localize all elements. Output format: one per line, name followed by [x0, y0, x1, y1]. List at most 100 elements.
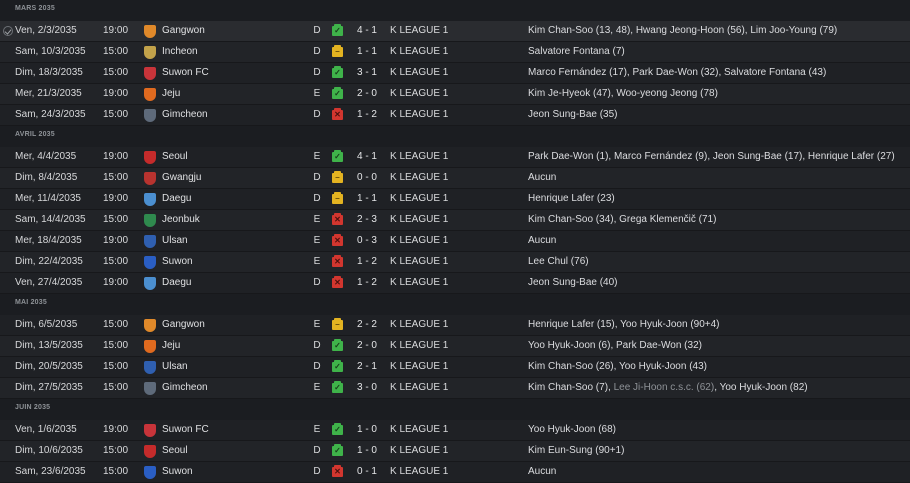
competition-name[interactable]: K LEAGUE 1: [390, 420, 510, 440]
match-score[interactable]: 0 - 3: [352, 231, 382, 251]
competition-name[interactable]: K LEAGUE 1: [390, 105, 510, 125]
opponent-name[interactable]: Seoul: [162, 441, 292, 461]
match-date: Sam, 10/3/2035: [15, 46, 86, 57]
draw-icon: –: [332, 192, 343, 204]
match-row[interactable]: Sam, 14/4/2035 15:00 Jeonbuk E ✕ 2 - 3 K LEAGU…: [0, 210, 910, 231]
venue-indicator: D: [313, 340, 321, 351]
match-score[interactable]: 1 - 0: [352, 420, 382, 440]
match-score[interactable]: 2 - 0: [352, 336, 382, 356]
opponent-name[interactable]: Gangwon: [162, 21, 292, 41]
match-row[interactable]: Sam, 10/3/2035 15:00 Incheon D –1 - 1 K LEAGU…: [0, 42, 910, 63]
match-row[interactable]: Dim, 13/5/2035 15:00 Jeju D ✓ 2 - 0 K LEAGUE 1…: [0, 336, 910, 357]
competition-name[interactable]: K LEAGUE 1: [390, 63, 510, 83]
opponent-name[interactable]: Seoul: [162, 147, 292, 167]
result-indicator: ✕: [332, 252, 345, 272]
match-row[interactable]: Sam, 24/3/2035 15:00 Gimcheon D ✕ 1 - 2 K LEAG…: [0, 105, 910, 126]
match-row[interactable]: Ven, 2/3/2035 19:00 Gangwon D ✓ 4 - 1 K LEAGUE…: [0, 21, 910, 42]
match-row[interactable]: Dim, 18/3/2035 15:00 Suwon FC D ✓ 3 - 1 K LEAG…: [0, 63, 910, 84]
match-time: 19:00: [103, 277, 129, 288]
played-status: [3, 147, 15, 167]
opponent-name[interactable]: Gimcheon: [162, 105, 292, 125]
match-score[interactable]: 3 - 0: [352, 378, 382, 398]
match-row[interactable]: Dim, 6/5/2035 15:00 Gangwon E –2 - 2 K LEAGUE…: [0, 315, 910, 336]
match-row[interactable]: Dim, 22/4/2035 15:00 Suwon E ✕ 1 - 2 K LEAGUE …: [0, 252, 910, 273]
match-score[interactable]: 1 - 0: [352, 441, 382, 461]
match-score[interactable]: 0 - 0: [352, 168, 382, 188]
competition-name[interactable]: K LEAGUE 1: [390, 357, 510, 377]
match-row[interactable]: Ven, 1/6/2035 19:00 Suwon FC E ✓ 1 - 0 K LEAGU…: [0, 420, 910, 441]
competition-name[interactable]: K LEAGUE 1: [390, 441, 510, 461]
match-score[interactable]: 1 - 1: [352, 189, 382, 209]
opponent-name[interactable]: Gwangju: [162, 168, 292, 188]
opponent-name[interactable]: Suwon FC: [162, 63, 292, 83]
match-row[interactable]: Dim, 8/4/2035 15:00 Gwangju D –0 - 0 K LEAGUE…: [0, 168, 910, 189]
competition-name[interactable]: K LEAGUE 1: [390, 252, 510, 272]
competition-name[interactable]: K LEAGUE 1: [390, 315, 510, 335]
match-row[interactable]: Sam, 23/6/2035 15:00 Suwon D ✕ 0 - 1 K LEAGUE …: [0, 462, 910, 483]
competition-name[interactable]: K LEAGUE 1: [390, 84, 510, 104]
match-row[interactable]: Ven, 27/4/2035 19:00 Daegu D ✕ 1 - 2 K LEAGUE …: [0, 273, 910, 294]
goal-scorers: Jeon Sung-Bae (40): [528, 277, 618, 288]
match-time: 19:00: [103, 193, 129, 204]
match-score[interactable]: 2 - 0: [352, 84, 382, 104]
competition-name[interactable]: K LEAGUE 1: [390, 336, 510, 356]
opponent-name[interactable]: Suwon: [162, 462, 292, 482]
competition-name[interactable]: K LEAGUE 1: [390, 231, 510, 251]
match-score[interactable]: 2 - 3: [352, 210, 382, 230]
match-score[interactable]: 1 - 2: [352, 105, 382, 125]
opponent-name[interactable]: Ulsan: [162, 357, 292, 377]
opponent-name[interactable]: Jeju: [162, 84, 292, 104]
match-score[interactable]: 1 - 2: [352, 252, 382, 272]
opponent-name[interactable]: Ulsan: [162, 231, 292, 251]
match-row[interactable]: Mer, 4/4/2035 19:00 Seoul E ✓ 4 - 1 K LEAGUE 1…: [0, 147, 910, 168]
draw-icon: –: [332, 45, 343, 57]
competition-name[interactable]: K LEAGUE 1: [390, 147, 510, 167]
match-row[interactable]: Mer, 18/4/2035 19:00 Ulsan E ✕ 0 - 3 K LEAGUE …: [0, 231, 910, 252]
club-crest-icon: [144, 214, 156, 227]
match-score[interactable]: 3 - 1: [352, 63, 382, 83]
opponent-name[interactable]: Jeonbuk: [162, 210, 292, 230]
opponent-name[interactable]: Daegu: [162, 273, 292, 293]
win-icon: ✓: [332, 24, 343, 36]
match-date: Mer, 21/3/2035: [15, 88, 82, 99]
goal-scorers: Park Dae-Won (1), Marco Fernández (9), J…: [528, 151, 895, 162]
match-row[interactable]: Dim, 20/5/2035 15:00 Ulsan D ✓ 2 - 1 K LEAGUE …: [0, 357, 910, 378]
result-indicator: –: [332, 168, 345, 188]
match-score[interactable]: 4 - 1: [352, 21, 382, 41]
opponent-name[interactable]: Gangwon: [162, 315, 292, 335]
team-badge: [144, 231, 160, 251]
competition-name[interactable]: K LEAGUE 1: [390, 210, 510, 230]
competition-name[interactable]: K LEAGUE 1: [390, 378, 510, 398]
match-score[interactable]: 2 - 1: [352, 357, 382, 377]
match-score[interactable]: 4 - 1: [352, 147, 382, 167]
competition-name[interactable]: K LEAGUE 1: [390, 189, 510, 209]
opponent-name[interactable]: Daegu: [162, 189, 292, 209]
competition-name[interactable]: K LEAGUE 1: [390, 273, 510, 293]
opponent-name[interactable]: Suwon: [162, 252, 292, 272]
opponent-name[interactable]: Jeju: [162, 336, 292, 356]
match-time: 15:00: [103, 361, 129, 372]
match-row[interactable]: Dim, 27/5/2035 15:00 Gimcheon E ✓ 3 - 0 K LEAG…: [0, 378, 910, 399]
match-score[interactable]: 0 - 1: [352, 462, 382, 482]
competition-name[interactable]: K LEAGUE 1: [390, 21, 510, 41]
match-date: Mer, 4/4/2035: [15, 151, 77, 162]
match-date: Sam, 14/4/2035: [15, 214, 86, 225]
played-status: [3, 378, 15, 398]
competition-name[interactable]: K LEAGUE 1: [390, 42, 510, 62]
match-row[interactable]: Dim, 10/6/2035 15:00 Seoul D ✓ 1 - 0 K LEAGUE …: [0, 441, 910, 462]
competition-name[interactable]: K LEAGUE 1: [390, 462, 510, 482]
match-row[interactable]: Mer, 21/3/2035 19:00 Jeju E ✓ 2 - 0 K LEAGUE 1…: [0, 84, 910, 105]
team-badge: [144, 378, 160, 398]
opponent-name[interactable]: Suwon FC: [162, 420, 292, 440]
result-indicator: ✕: [332, 105, 345, 125]
opponent-name[interactable]: Incheon: [162, 42, 292, 62]
result-indicator: ✕: [332, 231, 345, 251]
venue-indicator: D: [313, 445, 321, 456]
competition-name[interactable]: K LEAGUE 1: [390, 168, 510, 188]
match-score[interactable]: 2 - 2: [352, 315, 382, 335]
match-time: 15:00: [103, 172, 129, 183]
match-score[interactable]: 1 - 1: [352, 42, 382, 62]
match-row[interactable]: Mer, 11/4/2035 19:00 Daegu D –1 - 1 K LEAGUE …: [0, 189, 910, 210]
opponent-name[interactable]: Gimcheon: [162, 378, 292, 398]
match-score[interactable]: 1 - 2: [352, 273, 382, 293]
